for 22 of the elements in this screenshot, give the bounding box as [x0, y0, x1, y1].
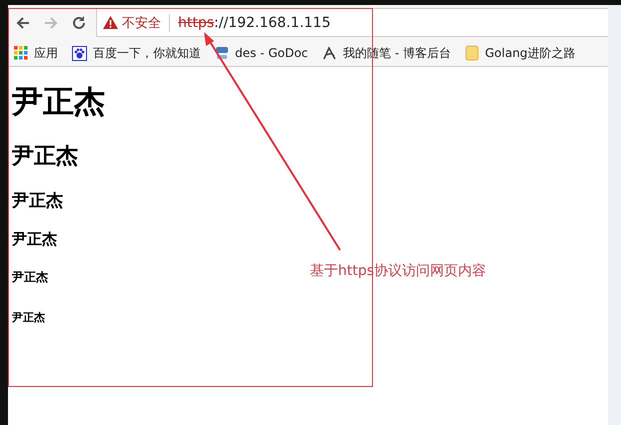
bookmark[interactable]: 百度一下，你就知道: [72, 44, 201, 62]
bookmark[interactable]: des - GoDoc: [215, 46, 308, 60]
heading: 尹正杰: [12, 143, 78, 171]
gopher-logo-icon: [215, 46, 229, 60]
heading: 尹正杰: [12, 310, 45, 325]
heading: 尹正杰: [12, 83, 105, 122]
folder-icon: [465, 45, 479, 61]
forward-arrow-icon: [43, 14, 59, 30]
back-arrow-icon: [15, 14, 31, 30]
heading: 尹正杰: [12, 269, 48, 286]
reload-icon: [71, 14, 87, 30]
address-bar[interactable]: 不安全 https://192.168.1.115: [96, 8, 608, 37]
heading: 尹正杰: [12, 230, 57, 249]
bookmark[interactable]: 应用: [14, 44, 58, 62]
url-text: https://192.168.1.115: [178, 14, 331, 30]
pen-icon: [322, 46, 338, 60]
warning-icon: [103, 16, 118, 29]
paw-icon: [72, 46, 87, 60]
heading: 尹正杰: [12, 190, 63, 212]
security-label: 不安全: [122, 14, 170, 32]
apps-grid-icon: [14, 46, 28, 60]
bookmark[interactable]: Golang进阶之路: [465, 44, 576, 62]
